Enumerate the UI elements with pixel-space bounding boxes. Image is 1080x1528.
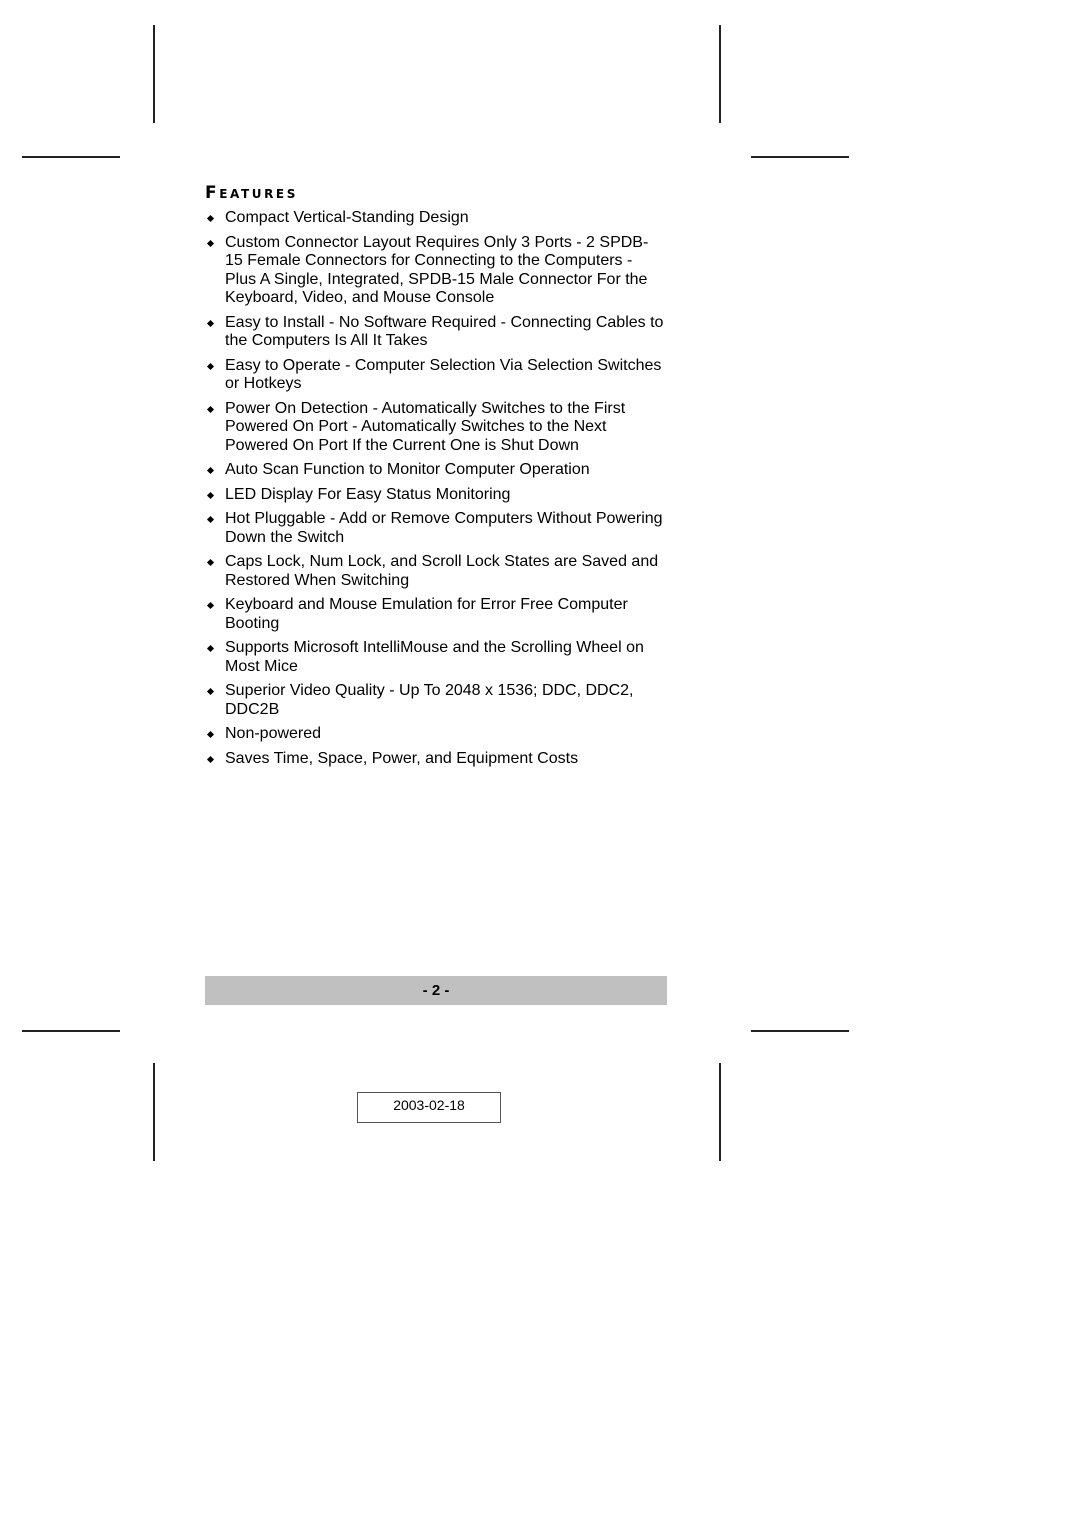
date-box: 2003-02-18 <box>357 1092 501 1123</box>
feature-item: Hot Pluggable - Add or Remove Computers … <box>205 510 665 547</box>
crop-mark-bottom-left-vertical <box>153 1063 155 1161</box>
diamond-bullet-icon <box>206 214 215 223</box>
feature-text: Hot Pluggable - Add or Remove Computers … <box>225 510 663 546</box>
feature-item: Custom Connector Layout Requires Only 3 … <box>205 234 665 308</box>
features-list: Compact Vertical-Standing Design Custom … <box>205 209 665 774</box>
diamond-bullet-icon <box>206 687 215 696</box>
feature-text: Custom Connector Layout Requires Only 3 … <box>225 233 649 307</box>
feature-text: Saves Time, Space, Power, and Equipment … <box>225 749 579 767</box>
page-number-bar: - 2 - <box>205 976 667 1005</box>
feature-text: Keyboard and Mouse Emulation for Error F… <box>225 596 628 632</box>
feature-text: Compact Vertical-Standing Design <box>225 209 469 226</box>
feature-item: Saves Time, Space, Power, and Equipment … <box>205 750 665 769</box>
feature-text: Easy to Operate - Computer Selection Via… <box>225 356 662 393</box>
diamond-bullet-icon <box>206 515 215 524</box>
feature-item: Caps Lock, Num Lock, and Scroll Lock Sta… <box>205 553 665 590</box>
feature-text: Auto Scan Function to Monitor Computer O… <box>225 461 590 478</box>
feature-text: Caps Lock, Num Lock, and Scroll Lock Sta… <box>225 553 659 589</box>
feature-text: LED Display For Easy Status Monitoring <box>225 485 511 503</box>
feature-item: Auto Scan Function to Monitor Computer O… <box>205 461 665 480</box>
diamond-bullet-icon <box>206 601 215 610</box>
diamond-bullet-icon <box>206 644 215 653</box>
diamond-bullet-icon <box>206 491 215 499</box>
feature-item: Easy to Install - No Software Required -… <box>205 314 665 351</box>
feature-item: Supports Microsoft IntelliMouse and the … <box>205 639 665 676</box>
diamond-bullet-icon <box>206 755 215 763</box>
diamond-bullet-icon <box>206 730 215 739</box>
crop-mark-top-right-horizontal <box>751 156 849 158</box>
feature-text: Power On Detection - Automatically Switc… <box>225 399 626 454</box>
crop-mark-bottom-left-horizontal <box>22 1030 120 1032</box>
revision-date: 2003-02-18 <box>393 1097 465 1113</box>
feature-text: Non-powered <box>225 725 322 742</box>
feature-text: Superior Video Quality - Up To 2048 x 15… <box>225 682 634 718</box>
page-number: - 2 - <box>422 982 450 999</box>
crop-mark-top-left-vertical <box>153 25 155 123</box>
section-heading: Features <box>205 183 298 203</box>
diamond-bullet-icon <box>206 319 215 327</box>
feature-text: Supports Microsoft IntelliMouse and the … <box>225 639 644 675</box>
feature-item: Non-powered <box>205 725 665 744</box>
diamond-bullet-icon <box>206 362 215 370</box>
crop-mark-top-right-vertical <box>719 25 721 123</box>
feature-item: Power On Detection - Automatically Switc… <box>205 400 665 456</box>
feature-item: Easy to Operate - Computer Selection Via… <box>205 357 665 394</box>
crop-mark-top-left-horizontal <box>22 156 120 158</box>
diamond-bullet-icon <box>206 239 215 247</box>
diamond-bullet-icon <box>206 466 215 475</box>
feature-item: Keyboard and Mouse Emulation for Error F… <box>205 596 665 633</box>
diamond-bullet-icon <box>206 558 215 567</box>
crop-mark-bottom-right-horizontal <box>751 1030 849 1032</box>
feature-item: Compact Vertical-Standing Design <box>205 209 665 228</box>
feature-item: Superior Video Quality - Up To 2048 x 15… <box>205 682 665 719</box>
feature-item: LED Display For Easy Status Monitoring <box>205 486 665 505</box>
diamond-bullet-icon <box>206 405 215 413</box>
crop-mark-bottom-right-vertical <box>719 1063 721 1161</box>
feature-text: Easy to Install - No Software Required -… <box>225 313 664 350</box>
